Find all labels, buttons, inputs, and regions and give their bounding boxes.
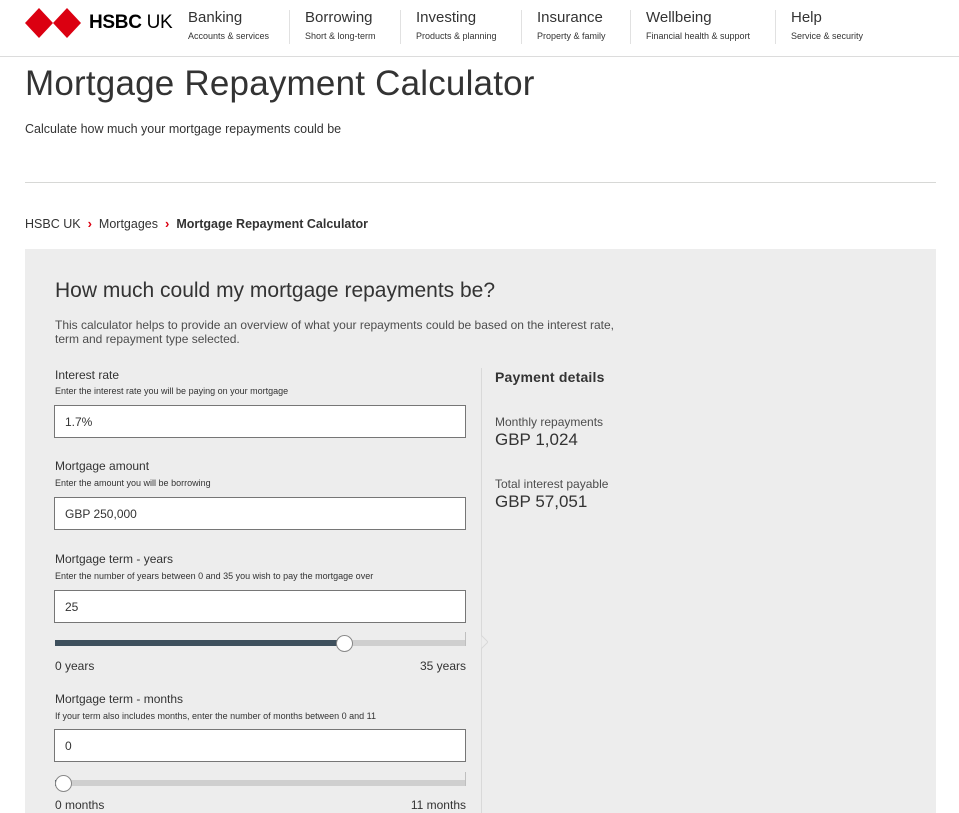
term-months-label: Mortgage term - months: [55, 692, 184, 706]
nav-insurance[interactable]: Insurance Property & family: [521, 0, 630, 57]
nav-title: Borrowing: [305, 9, 373, 26]
interest-rate-hint: Enter the interest rate you will be payi…: [55, 386, 289, 396]
term-years-hint: Enter the number of years between 0 and …: [55, 571, 374, 581]
nav-title: Help: [791, 9, 822, 26]
nav-investing[interactable]: Investing Products & planning: [400, 0, 521, 57]
mortgage-amount-input[interactable]: [54, 497, 466, 530]
nav-title: Investing: [416, 9, 477, 26]
nav-banking[interactable]: Banking Accounts & services: [172, 0, 289, 57]
page-subtitle: Calculate how much your mortgage repayme…: [25, 122, 342, 136]
mortgage-amount-hint: Enter the amount you will be borrowing: [55, 478, 211, 488]
nav-borrowing[interactable]: Borrowing Short & long-term: [289, 0, 400, 57]
chevron-right-icon: ›: [164, 216, 170, 231]
term-months-hint: If your term also includes months, enter…: [55, 711, 377, 721]
calculator-panel: How much could my mortgage repayments be…: [25, 249, 936, 813]
nav-subtitle: Service & security: [791, 31, 864, 41]
breadcrumb-hsbc-uk[interactable]: HSBC UK: [25, 217, 81, 231]
term-years-min-label: 0 years: [55, 659, 95, 673]
total-interest-label: Total interest payable: [495, 477, 609, 491]
hsbc-hexagon-icon: [25, 8, 81, 38]
hsbc-logo[interactable]: HSBC UK: [25, 8, 173, 38]
total-interest-value: GBP 57,051: [495, 492, 588, 511]
term-months-min-label: 0 months: [55, 798, 105, 812]
nav-subtitle: Accounts & services: [188, 31, 270, 41]
nav-subtitle: Products & planning: [416, 31, 497, 41]
monthly-repayments-value: GBP 1,024: [495, 430, 578, 449]
nav-subtitle: Financial health & support: [646, 31, 751, 41]
term-years-input[interactable]: [54, 590, 466, 623]
slider-thumb[interactable]: [336, 635, 354, 652]
slider-end-tick: [465, 632, 466, 646]
calculator-title: How much could my mortgage repayments be…: [55, 279, 496, 302]
breadcrumb-mortgages[interactable]: Mortgages: [99, 217, 158, 231]
nav-wellbeing[interactable]: Wellbeing Financial health & support: [630, 0, 775, 57]
term-months-max-label: 11 months: [410, 798, 466, 812]
term-months-input[interactable]: [54, 729, 466, 762]
breadcrumb: HSBC UK › Mortgages › Mortgage Repayment…: [25, 216, 368, 231]
logo-wordmark: HSBC UK: [89, 12, 173, 33]
breadcrumb-current: Mortgage Repayment Calculator: [176, 216, 369, 231]
nav-subtitle: Short & long-term: [305, 31, 376, 41]
divider: [25, 182, 936, 183]
slider-thumb[interactable]: [55, 775, 72, 792]
chevron-right-icon: ›: [87, 216, 92, 231]
monthly-repayments-label: Monthly repayments: [495, 415, 604, 429]
site-header: HSBC UK Banking Accounts & services Borr…: [0, 0, 959, 57]
interest-rate-input[interactable]: [54, 405, 466, 438]
slider-fill: [55, 640, 345, 646]
nav-help[interactable]: Help Service & security: [775, 0, 885, 57]
mortgage-amount-label: Mortgage amount: [55, 459, 150, 473]
calculator-intro: This calculator helps to provide an over…: [55, 318, 614, 346]
slider-track: [55, 780, 466, 786]
payment-details-title: Payment details: [495, 369, 605, 385]
term-years-slider[interactable]: [55, 632, 466, 653]
term-months-slider[interactable]: [55, 772, 466, 793]
main-nav: Banking Accounts & services Borrowing Sh…: [172, 0, 885, 57]
term-years-max-label: 35 years: [419, 659, 466, 673]
term-years-label: Mortgage term - years: [55, 552, 174, 566]
nav-title: Wellbeing: [646, 9, 712, 26]
nav-title: Insurance: [537, 9, 603, 26]
interest-rate-label: Interest rate: [55, 368, 120, 382]
results-divider: [481, 368, 482, 813]
nav-subtitle: Property & family: [537, 31, 606, 41]
caret-right-icon: [481, 635, 488, 649]
page-title: Mortgage Repayment Calculator: [25, 64, 535, 103]
nav-title: Banking: [188, 9, 243, 26]
slider-end-tick: [465, 772, 466, 786]
